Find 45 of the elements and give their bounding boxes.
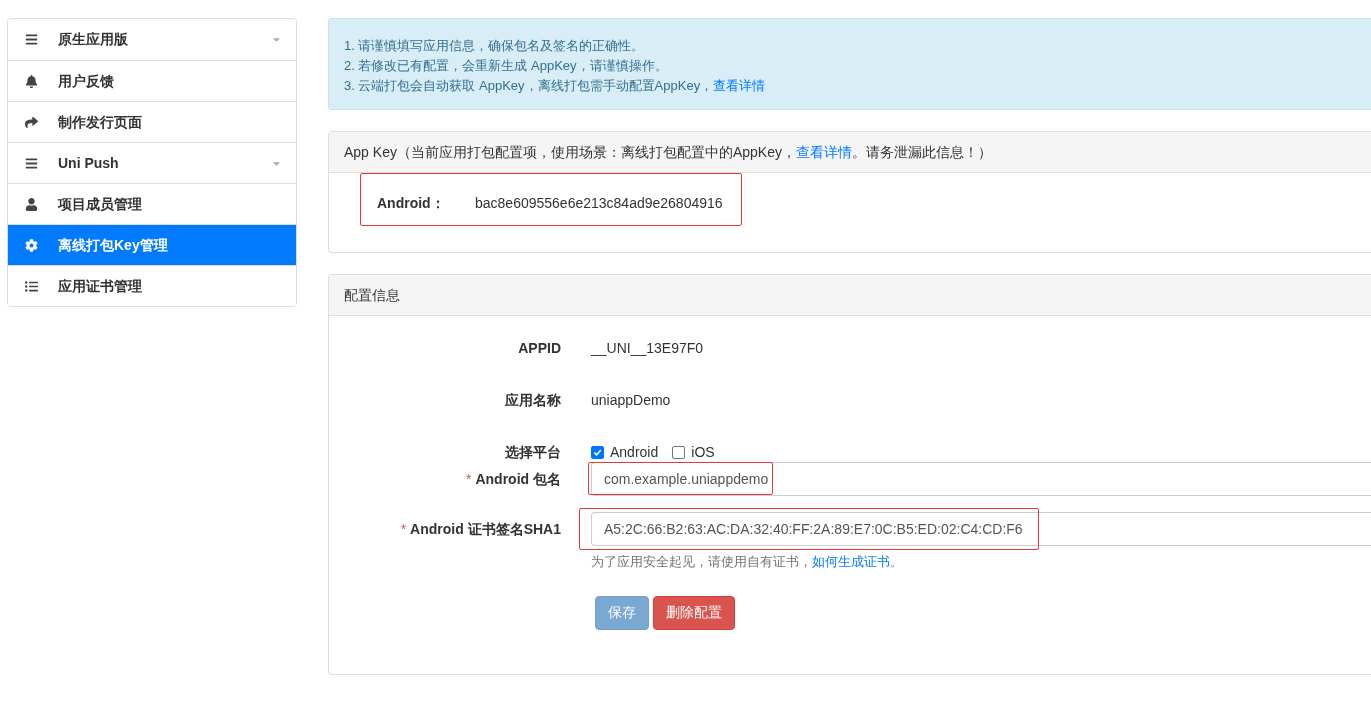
field-label: APPID [518, 339, 561, 358]
checkbox-label: iOS [691, 443, 715, 462]
menu-icon [24, 33, 38, 46]
required-mark: * [400, 519, 407, 539]
input-field[interactable]: com.example.uniappdemo [591, 462, 1371, 496]
field-label: 应用名称 [505, 391, 561, 410]
help-text: 。 [890, 553, 903, 571]
bell-icon [24, 74, 38, 88]
settings-icon [24, 238, 38, 252]
notice-text: 1. 请谨慎填写应用信息，确保包名及签名的正确性。 [344, 37, 645, 55]
panel-title: 配置信息 [344, 285, 400, 305]
help-text: 为了应用安全起见，请使用自有证书， [591, 553, 812, 571]
app-name-value: uniappDemo [591, 391, 671, 410]
input-field[interactable]: A5:2C:66:B2:63:AC:DA:32:40:FF:2A:89:E7:0C:B5:ED:02:C4:CD:F6 [591, 512, 1371, 546]
field-label: Android 包名 [475, 469, 561, 489]
sidebar-label: 用户反馈 [58, 71, 115, 91]
checkbox[interactable] [591, 446, 604, 459]
share-arrow-icon [24, 115, 38, 129]
notice-text: 3. 云端打包会自动获取 AppKey，离线打包需手动配置AppKey， [344, 77, 714, 95]
check-icon [593, 448, 602, 457]
required-mark: * [466, 469, 472, 489]
menu-icon [24, 156, 38, 170]
person-icon [24, 197, 38, 211]
checkbox-label: Android [610, 443, 659, 462]
checkbox[interactable] [672, 446, 686, 459]
platform-label: Android： [377, 194, 446, 213]
delete-button[interactable]: 删除配置 [653, 595, 735, 630]
sidebar-label: 项目成员管理 [58, 194, 143, 214]
appid-value: __UNI__13E97F0 [591, 339, 704, 358]
certificate-link[interactable]: 如何生成证书 [812, 552, 890, 572]
sidebar-item[interactable]: 离线打包Key管理 [8, 224, 296, 265]
panel-title: 。请务泄漏此信息！） [851, 142, 992, 162]
sidebar-label: 原生应用版 [58, 30, 129, 49]
appkey-value: bac8e609556e6e213c84ad9e26804916 [475, 194, 723, 213]
field-label: Android 证书签名SHA1 [410, 519, 561, 539]
details-link[interactable]: 查看详情 [795, 141, 852, 163]
sidebar-label: 应用证书管理 [58, 276, 143, 296]
list-icon [24, 279, 38, 293]
sidebar-label: 离线打包Key管理 [58, 235, 169, 255]
sidebar-label: Uni Push [58, 153, 120, 173]
notice-text: 2. 若修改已有配置，会重新生成 AppKey，请谨慎操作。 [344, 57, 668, 75]
field-label: 选择平台 [505, 443, 561, 462]
sidebar-label: 制作发行页面 [58, 112, 143, 132]
panel-title: App Key（当前应用打包配置项，使用场景：离线打包配置中的AppKey， [344, 142, 796, 162]
sidebar-item[interactable]: 应用证书管理 [8, 265, 296, 306]
